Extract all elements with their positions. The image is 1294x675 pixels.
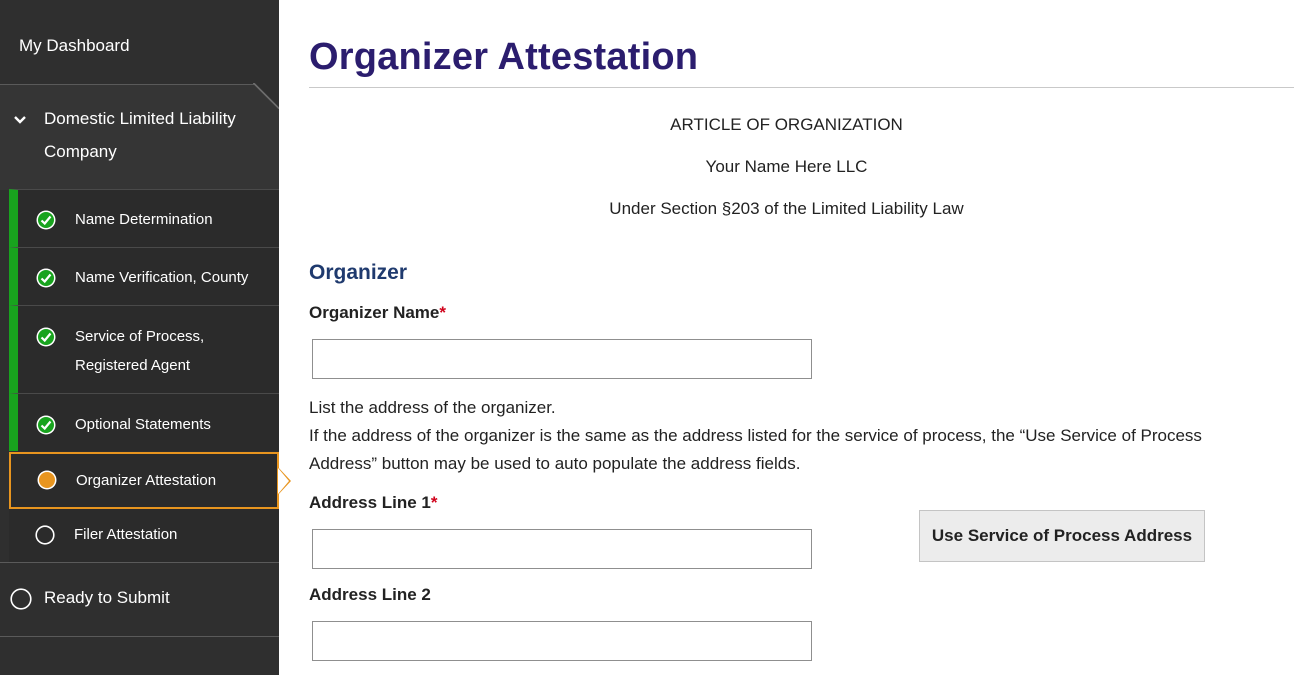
ready-label: Ready to Submit [44, 588, 170, 607]
law-section: Under Section §203 of the Limited Liabil… [609, 199, 964, 218]
required-mark: * [430, 493, 438, 512]
step-label: Optional Statements [75, 416, 211, 433]
step-label: Service of Process, Registered Agent [75, 328, 205, 374]
address-line-1-label: Address Line 1* [309, 493, 438, 513]
organizer-name-label: Organizer Name* [309, 303, 446, 323]
step-organizer-attestation[interactable]: Organizer Attestation [9, 452, 279, 509]
address-instruction: List the address of the organizer. [309, 398, 556, 417]
step-optional-statements[interactable]: Optional Statements [9, 393, 279, 451]
current-step-pointer-inner [278, 468, 289, 494]
page-title: Organizer Attestation [309, 36, 699, 78]
organizer-section-heading: Organizer [309, 261, 408, 284]
step-label: Name Determination [75, 211, 213, 228]
ready-to-submit[interactable]: Ready to Submit [0, 562, 279, 637]
chevron-down-icon[interactable] [12, 114, 28, 126]
step-name-verification[interactable]: Name Verification, County [9, 247, 279, 305]
use-service-of-process-address-button[interactable]: Use Service of Process Address [919, 510, 1205, 562]
address-line-2-input[interactable] [312, 621, 812, 661]
sidebar: My Dashboard Domestic Limited Liability … [0, 0, 279, 675]
organizer-name-label-text: Organizer Name [309, 303, 440, 322]
section-label[interactable]: Domestic Limited Liability Company [44, 102, 269, 168]
title-divider [309, 87, 1294, 88]
address-line-1-input[interactable] [312, 529, 812, 569]
check-circle-icon [36, 327, 56, 347]
check-circle-icon [36, 415, 56, 435]
address-help-text: If the address of the organizer is the s… [309, 426, 1202, 473]
article-heading: ARTICLE OF ORGANIZATION [670, 115, 903, 134]
step-label: Organizer Attestation [76, 472, 217, 489]
current-step-icon [37, 470, 57, 490]
organizer-name-input[interactable] [312, 339, 812, 379]
main-content: Organizer Attestation ARTICLE OF ORGANIZ… [309, 0, 1294, 675]
address-line-1-label-text: Address Line 1 [309, 493, 431, 512]
address-line-2-label: Address Line 2 [309, 585, 431, 604]
step-filer-attestation[interactable]: Filer Attestation [9, 509, 279, 562]
my-dashboard-link[interactable]: My Dashboard [0, 0, 279, 84]
step-name-determination[interactable]: Name Determination [9, 189, 279, 247]
check-circle-icon [36, 268, 56, 288]
empty-circle-icon [10, 588, 32, 610]
step-service-of-process[interactable]: Service of Process, Registered Agent [9, 305, 279, 393]
empty-circle-icon [35, 525, 55, 545]
step-label: Filer Attestation [74, 526, 178, 543]
entity-name: Your Name Here LLC [705, 157, 868, 176]
required-mark: * [439, 303, 447, 322]
check-circle-icon [36, 210, 56, 230]
step-label: Name Verification, County [75, 269, 249, 286]
